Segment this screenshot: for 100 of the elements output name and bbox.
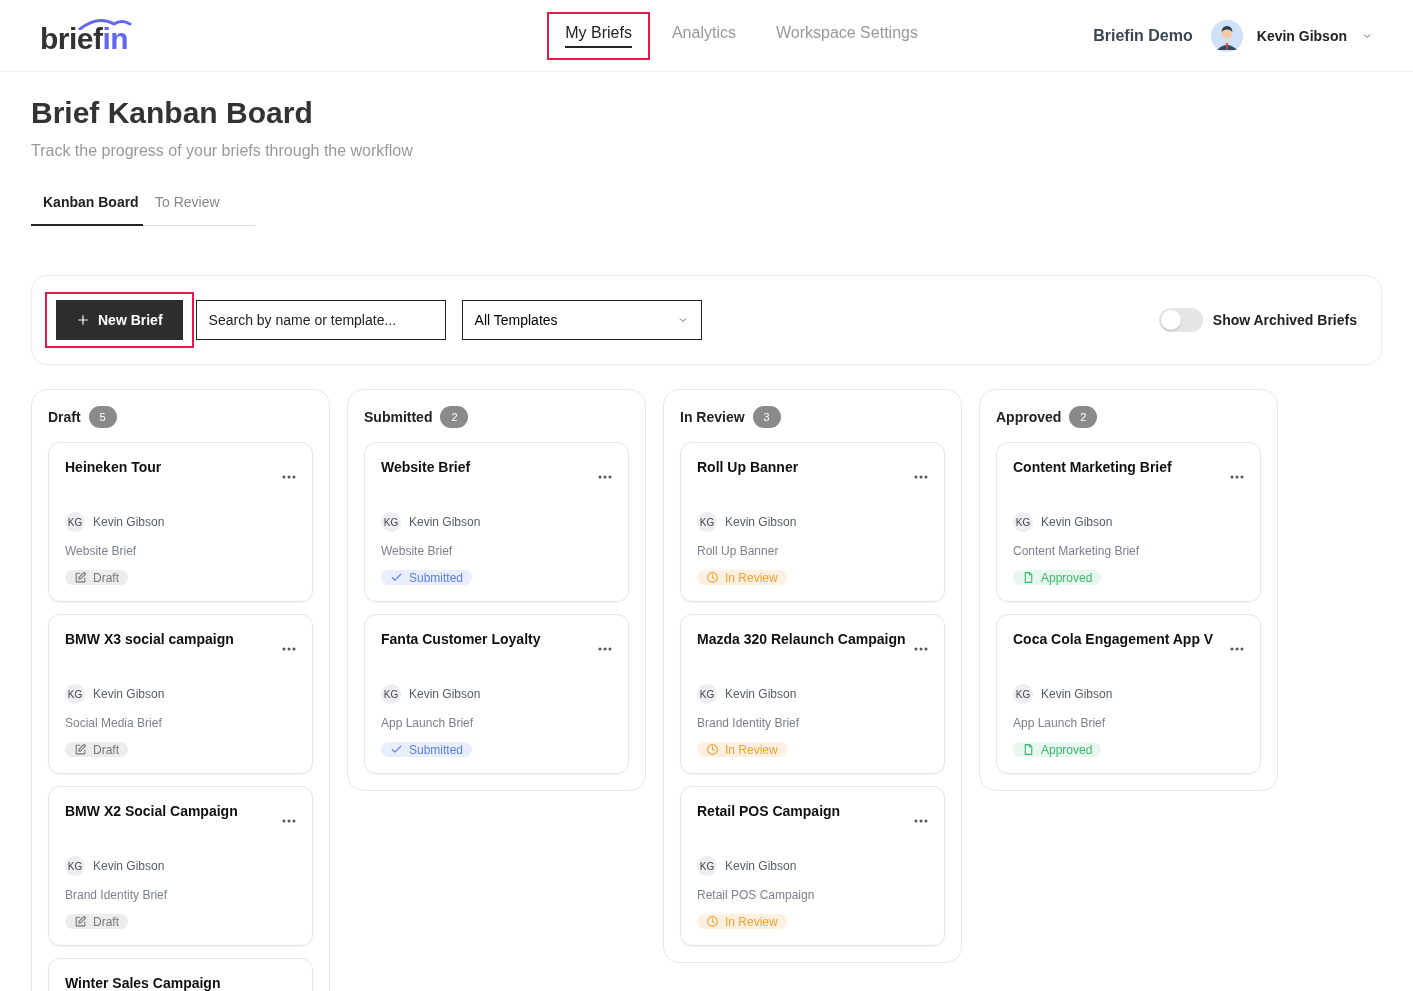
tab[interactable]: Kanban Board [31, 184, 143, 226]
owner-name: Kevin Gibson [725, 515, 797, 529]
brief-card[interactable]: Heineken Tour KG Kevin Gibson Website Brief Draft [48, 442, 313, 602]
column-title: Submitted [364, 409, 433, 425]
more-icon [282, 647, 296, 651]
check-icon [390, 571, 403, 584]
brief-card[interactable]: Website Brief KG Kevin Gibson Website Brief Submitted [364, 442, 629, 602]
brief-card[interactable]: Roll Up Banner KG Kevin Gibson Roll Up Banner In Review [680, 442, 945, 602]
card-title: BMW X3 social campaign [65, 631, 234, 647]
status-badge: Draft [65, 570, 128, 585]
count-badge: 2 [440, 406, 469, 428]
template-name: Retail POS Campaign [697, 888, 816, 902]
template-name: Brand Identity Brief [697, 716, 801, 730]
archived-toggle[interactable] [1158, 308, 1203, 332]
owner-initials: KG [65, 684, 85, 704]
template-name: Social Media Brief [65, 716, 163, 730]
template-name: Website Brief [381, 544, 454, 558]
card-title: Roll Up Banner [697, 459, 799, 475]
card-title: Website Brief [381, 459, 471, 475]
edit-icon [74, 743, 87, 756]
page-subtitle: Track the progress of your briefs through the workflow [31, 142, 414, 160]
owner-name: Kevin Gibson [93, 859, 165, 873]
column-title: Draft [48, 409, 81, 425]
more-icon [282, 475, 296, 479]
new-brief-button[interactable]: New Brief [56, 300, 183, 340]
brief-card[interactable]: Fanta Customer Loyalty KG Kevin Gibson App Launch Brief Submitted [364, 614, 629, 774]
template-name: Brand Identity Brief [65, 888, 169, 902]
brief-card[interactable]: BMW X3 social campaign KG Kevin Gibson Social Media Brief Draft [48, 614, 313, 774]
status-badge: Approved [1013, 742, 1102, 757]
clock-icon [706, 915, 719, 928]
count-badge: 3 [752, 406, 781, 428]
check-icon [390, 743, 403, 756]
status-badge: In Review [697, 570, 787, 585]
owner-name: Kevin Gibson [1041, 515, 1113, 529]
owner-initials: KG [381, 512, 401, 532]
owner-name: Kevin Gibson [725, 859, 797, 873]
template-dropdown[interactable]: All Templates [461, 300, 702, 340]
owner-initials: KG [381, 684, 401, 704]
status-badge: Approved [1013, 570, 1102, 585]
template-name: Content Marketing Brief [1013, 544, 1141, 558]
edit-icon [74, 571, 87, 584]
owner-initials: KG [697, 512, 717, 532]
brief-card[interactable]: Retail POS Campaign KG Kevin Gibson Retail POS Campaign In Review [680, 786, 945, 946]
owner-initials: KG [697, 856, 717, 876]
status-badge: Draft [65, 742, 128, 757]
brief-card[interactable]: Content Marketing Brief KG Kevin Gibson Content Marketing Brief Approved [996, 442, 1261, 602]
card-title: Winter Sales Campaign [65, 975, 221, 991]
nav-link[interactable]: My Briefs [549, 13, 648, 58]
status-badge: Submitted [381, 570, 473, 585]
more-icon [914, 819, 928, 823]
owner-name: Kevin Gibson [409, 515, 481, 529]
status-badge: In Review [697, 914, 787, 929]
brief-card[interactable]: Coca Cola Engagement App V KG Kevin Gibson App Launch Brief Approved [996, 614, 1261, 774]
more-icon [598, 647, 612, 651]
toggle-label: Show Archived Briefs [1212, 312, 1357, 328]
owner-name: Kevin Gibson [409, 687, 481, 701]
card-title: Content Marketing Brief [1013, 459, 1172, 475]
card-title: Heineken Tour [65, 459, 162, 475]
status-badge: In Review [697, 742, 787, 757]
status-badge: Submitted [381, 742, 473, 757]
count-badge: 2 [1069, 406, 1098, 428]
edit-icon [74, 915, 87, 928]
owner-initials: KG [697, 684, 717, 704]
card-title: Mazda 320 Relaunch Campaign [697, 631, 906, 647]
status-badge: Draft [65, 914, 128, 929]
template-name: Website Brief [65, 544, 138, 558]
card-title: BMW X2 Social Campaign [65, 803, 238, 819]
card-title: Fanta Customer Loyalty [381, 631, 541, 647]
owner-initials: KG [65, 856, 85, 876]
plus-icon [76, 313, 90, 327]
more-icon [914, 647, 928, 651]
column-title: Approved [996, 409, 1062, 425]
more-icon [598, 475, 612, 479]
count-badge: 5 [88, 406, 117, 428]
template-name: Roll Up Banner [697, 544, 780, 558]
avatar-icon [1210, 19, 1243, 52]
document-icon [1022, 743, 1035, 756]
more-icon [1230, 647, 1244, 651]
owner-name: Kevin Gibson [725, 687, 797, 701]
owner-initials: KG [1013, 684, 1033, 704]
clock-icon [706, 743, 719, 756]
page-title: Brief Kanban Board [31, 96, 314, 130]
workspace-name: Briefin Demo [1093, 26, 1193, 45]
template-name: App Launch Brief [1013, 716, 1107, 730]
owner-name: Kevin Gibson [93, 515, 165, 529]
brief-card[interactable]: Winter Sales Campaign [48, 958, 313, 991]
owner-initials: KG [1013, 512, 1033, 532]
briefin-logo: briefin [40, 17, 210, 54]
more-icon [914, 475, 928, 479]
clock-icon [706, 571, 719, 584]
document-icon [1022, 571, 1035, 584]
owner-name: Kevin Gibson [93, 687, 165, 701]
brief-card[interactable]: BMW X2 Social Campaign KG Kevin Gibson Brand Identity Brief Draft [48, 786, 313, 946]
search-field[interactable]: Search by name or template... [195, 300, 446, 340]
user-menu[interactable]: Kevin Gibson [1256, 27, 1373, 44]
card-title: Retail POS Campaign [697, 803, 841, 819]
owner-initials: KG [65, 512, 85, 532]
tab[interactable]: To Review [143, 184, 232, 226]
owner-name: Kevin Gibson [1041, 687, 1113, 701]
brief-card[interactable]: Mazda 320 Relaunch Campaign KG Kevin Gibson Brand Identity Brief In Review [680, 614, 945, 774]
